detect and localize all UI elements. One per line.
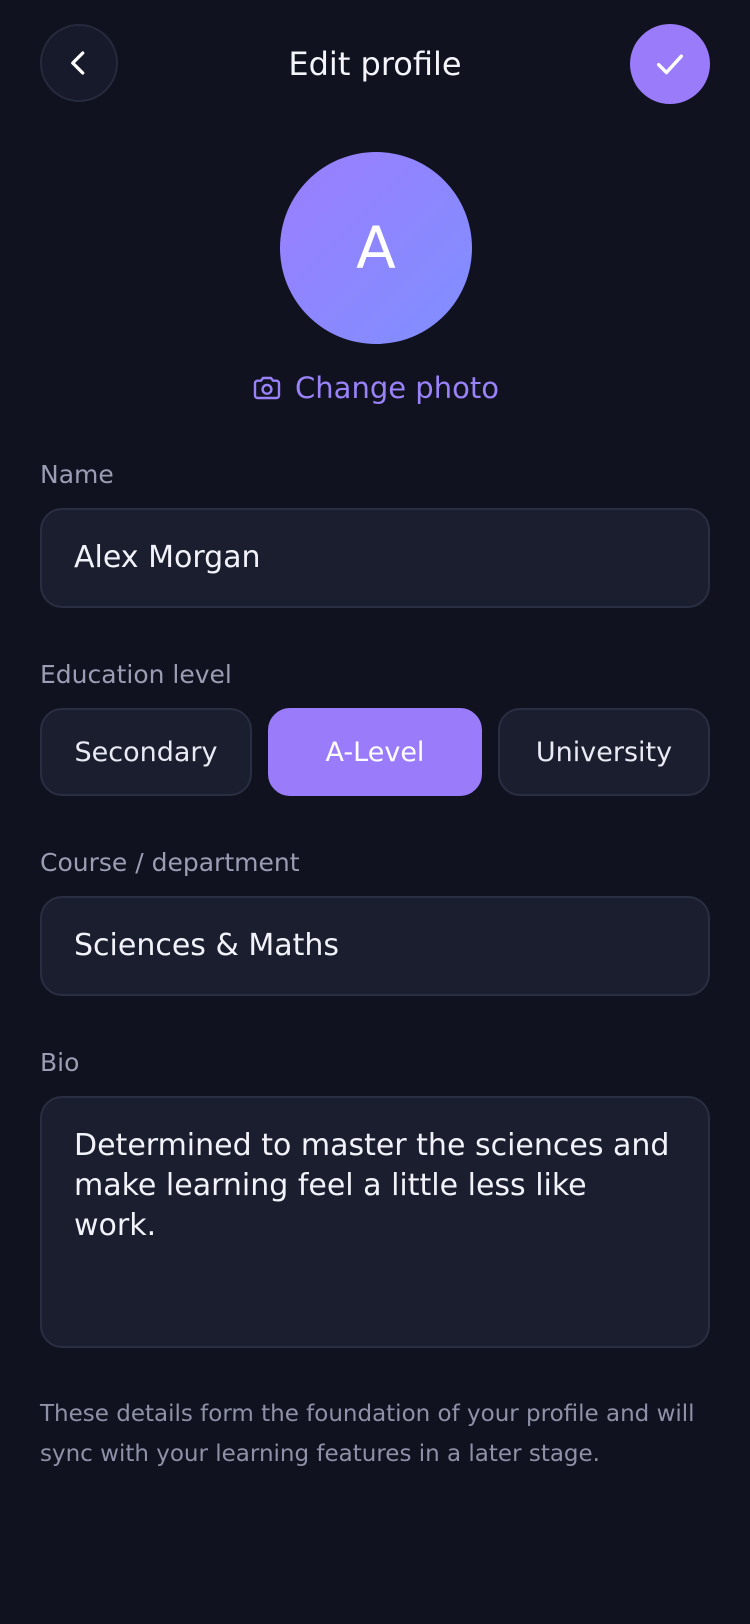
education-option-university[interactable]: University (498, 708, 710, 796)
footer-note: These details form the foundation of you… (40, 1401, 695, 1467)
education-option-secondary[interactable]: Secondary (40, 708, 252, 796)
check-icon (656, 54, 684, 75)
bio-label: Bio (40, 1048, 80, 1077)
education-level-label: Education level (40, 660, 232, 689)
change-photo-label: Change photo (295, 371, 499, 405)
education-option-a-level[interactable]: A-Level (268, 708, 482, 796)
name-label: Name (40, 460, 114, 489)
header: Edit profile (0, 0, 750, 130)
course-input[interactable]: Sciences & Maths (40, 896, 710, 996)
bio-textarea[interactable]: Determined to master the sciences and ma… (40, 1096, 710, 1348)
camera-icon (253, 376, 281, 400)
change-photo-button[interactable]: Change photo (0, 366, 750, 410)
course-label: Course / department (40, 848, 300, 877)
avatar[interactable]: A (280, 152, 472, 344)
save-button[interactable] (630, 24, 710, 104)
name-input[interactable]: Alex Morgan (40, 508, 710, 608)
